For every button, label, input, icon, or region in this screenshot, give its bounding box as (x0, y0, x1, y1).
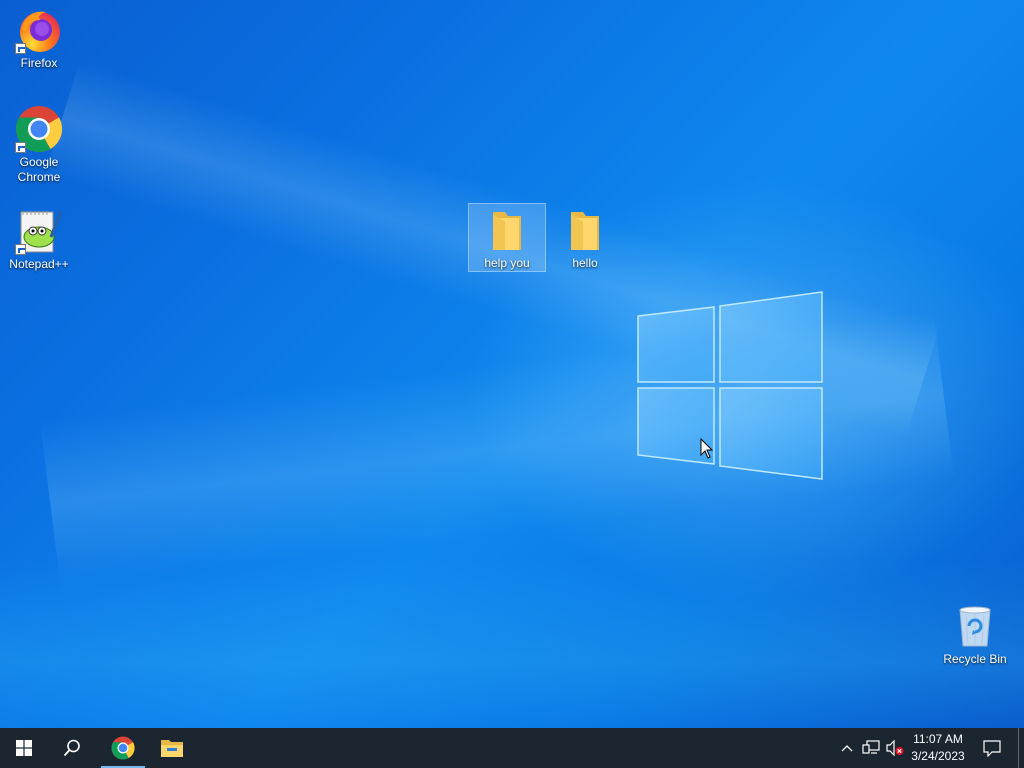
system-clock[interactable]: 11:07 AM 3/24/2023 (900, 731, 976, 765)
desktop-icon-label: hello (572, 256, 598, 270)
notepad-plus-plus-icon (15, 207, 63, 255)
taskbar-chrome-button[interactable] (99, 728, 147, 768)
folder-icon (561, 206, 609, 254)
desktop[interactable]: Firefox Google Chrome Notepad++ help you… (0, 0, 1024, 728)
desktop-icon-google-chrome[interactable]: Google Chrome (1, 103, 77, 185)
windows-logo-icon (16, 740, 32, 756)
show-hidden-icons-button[interactable] (838, 728, 856, 768)
file-explorer-icon (161, 740, 183, 757)
start-button[interactable] (0, 728, 48, 768)
clock-date: 3/24/2023 (911, 749, 965, 763)
search-icon (63, 739, 80, 757)
desktop-icon-label: Google Chrome (17, 155, 61, 184)
show-desktop-button[interactable] (1018, 728, 1024, 768)
desktop-icon-label: Recycle Bin (943, 652, 1007, 666)
chrome-icon (111, 736, 135, 760)
taskbar-file-explorer-button[interactable] (148, 728, 196, 768)
network-button[interactable] (860, 728, 882, 768)
recycle-bin-icon (951, 602, 999, 650)
firefox-icon (15, 6, 63, 54)
action-center-icon (983, 739, 1001, 757)
desktop-icon-notepad-plus-plus[interactable]: Notepad++ (1, 205, 77, 272)
desktop-icon-recycle-bin[interactable]: Recycle Bin (937, 600, 1013, 667)
shortcut-arrow-icon (15, 244, 26, 255)
light-beam (0, 560, 1024, 728)
network-icon (862, 740, 880, 754)
search-button[interactable] (48, 728, 96, 768)
desktop-icon-hello-folder[interactable]: hello (547, 204, 623, 271)
shortcut-arrow-icon (15, 142, 26, 153)
windows-wallpaper-logo (637, 291, 823, 480)
desktop-icon-help-you-folder[interactable]: help you (468, 203, 546, 272)
desktop-icon-label: help you (484, 256, 530, 270)
clock-time: 11:07 AM (913, 732, 963, 746)
mouse-cursor-icon (700, 438, 714, 459)
chrome-icon (15, 105, 63, 153)
shortcut-arrow-icon (15, 43, 26, 54)
action-center-button[interactable] (978, 728, 1006, 768)
chevron-up-icon (841, 745, 853, 752)
desktop-icon-label: Notepad++ (9, 257, 69, 271)
desktop-icon-firefox[interactable]: Firefox (1, 4, 77, 71)
taskbar: 11:07 AM 3/24/2023 (0, 728, 1024, 768)
desktop-icon-label: Firefox (20, 56, 58, 70)
folder-icon (483, 206, 531, 254)
